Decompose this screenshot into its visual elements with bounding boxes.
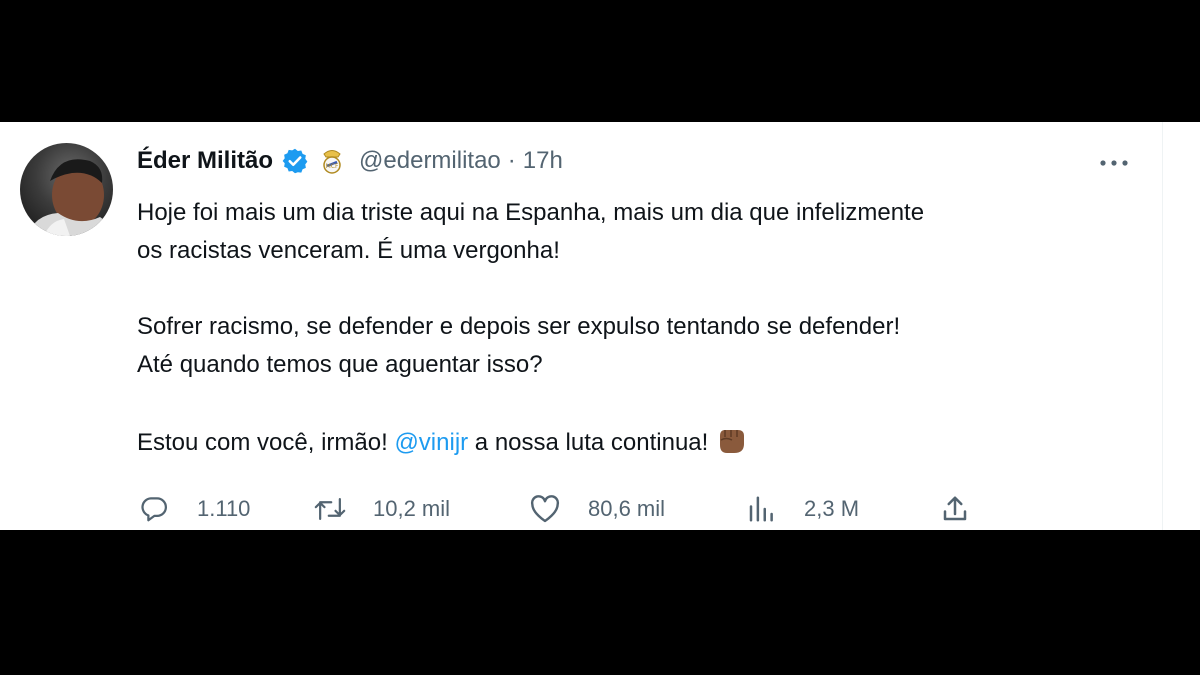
heart-icon	[528, 492, 562, 526]
svg-text:MCF: MCF	[326, 163, 339, 170]
reply-button[interactable]: 1.110	[137, 492, 250, 526]
analytics-icon	[744, 492, 778, 526]
like-count: 80,6 mil	[588, 496, 666, 521]
tweet-text: Hoje foi mais um dia triste aqui na Espa…	[137, 194, 1147, 468]
retweet-button[interactable]: 10,2 mil	[313, 492, 450, 526]
mention-link[interactable]: @vinijr	[394, 429, 468, 456]
reply-icon	[137, 492, 171, 526]
verified-badge-icon[interactable]	[281, 147, 309, 175]
tweet-line: Estou com você, irmão! @vinijr a nossa l…	[137, 422, 1147, 468]
view-count: 2,3 M	[804, 496, 860, 521]
tweet-card[interactable]: Éder Militão MCF @edermilitao · 17h Hoje…	[0, 122, 1200, 530]
share-button[interactable]	[938, 492, 972, 526]
views-button[interactable]: 2,3 M	[744, 492, 859, 526]
tweet-text-segment: a nossa luta continua!	[468, 429, 709, 456]
column-divider	[1162, 122, 1163, 530]
fist-emoji-icon	[714, 422, 748, 468]
tweet-line: os racistas venceram. É uma vergonha!	[137, 237, 560, 264]
share-icon	[938, 492, 972, 526]
display-name[interactable]: Éder Militão	[137, 147, 273, 175]
tweet-text-segment: Estou com você, irmão!	[137, 429, 395, 456]
more-dots-icon	[1100, 160, 1128, 166]
tweet-line: Até quando temos que aguentar isso?	[137, 351, 543, 378]
handle[interactable]: @edermilitao	[359, 147, 501, 175]
tweet-header: Éder Militão MCF @edermilitao · 17h	[137, 146, 563, 176]
retweet-icon	[313, 492, 347, 526]
club-crest-icon: MCF	[319, 146, 345, 176]
more-options-button[interactable]	[1094, 149, 1134, 177]
retweet-count: 10,2 mil	[373, 496, 451, 521]
tweet-line: Sofrer racismo, se defender e depois ser…	[137, 313, 901, 340]
reply-count: 1.110	[197, 496, 251, 521]
separator-dot: ·	[507, 147, 516, 174]
avatar[interactable]	[20, 143, 113, 236]
tweet-line: Hoje foi mais um dia triste aqui na Espa…	[137, 199, 925, 226]
like-button[interactable]: 80,6 mil	[528, 492, 665, 526]
timestamp[interactable]: 17h	[523, 147, 563, 175]
